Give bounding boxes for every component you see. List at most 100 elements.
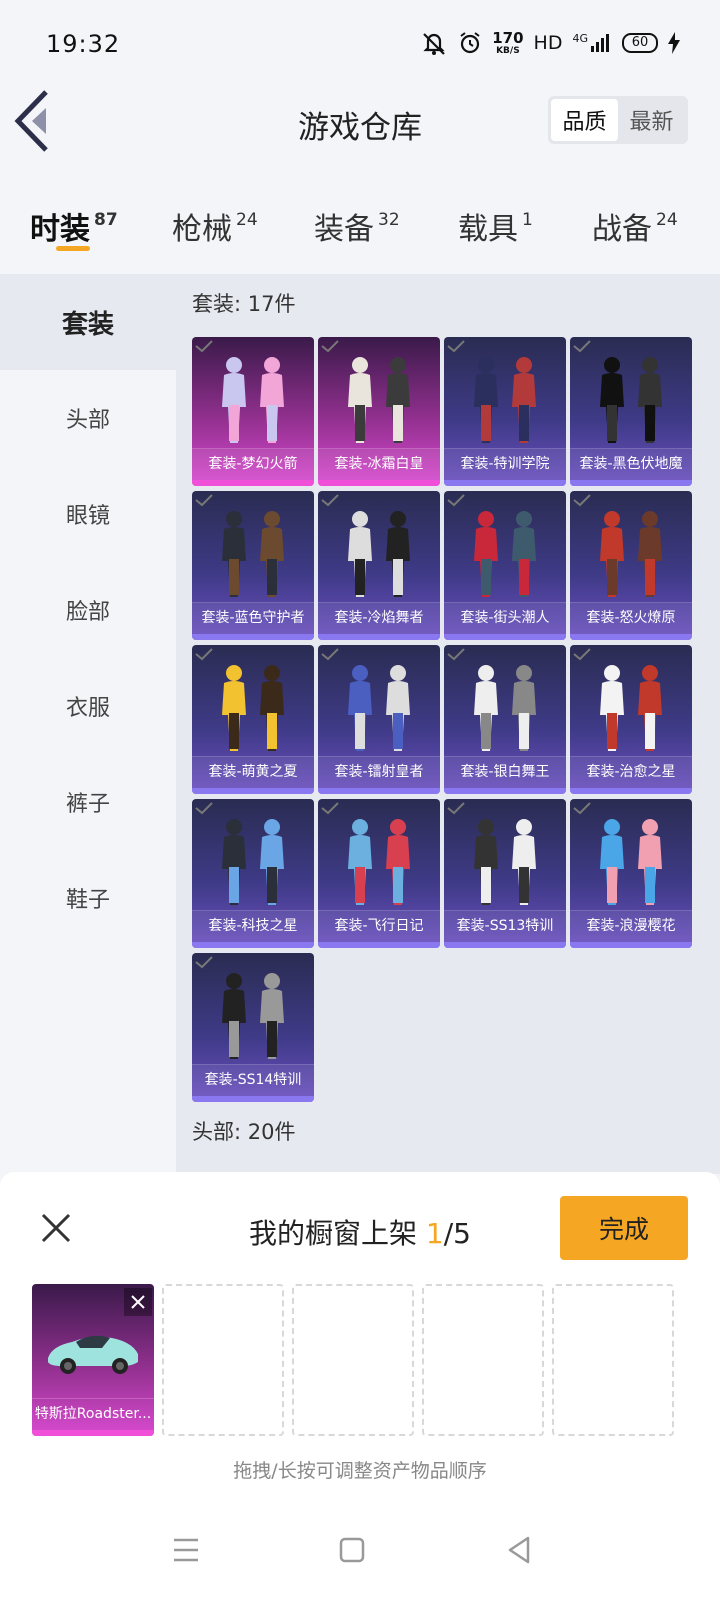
showcase-title-text: 我的橱窗上架 [249,1217,418,1250]
item-card[interactable]: 套装-梦幻火箭 [192,337,314,486]
item-card[interactable]: 套装-特训学院 [444,337,566,486]
showcase-slot-empty[interactable] [422,1284,544,1436]
item-card[interactable]: 套装-蓝色守护者 [192,491,314,640]
rarity-bar [32,1430,154,1436]
rarity-bar [444,942,566,948]
sidebar-item-head[interactable]: 头部 [0,370,176,466]
rarity-bar [318,634,440,640]
net-speed-unit: KB/S [496,45,520,56]
item-caption: 套装-怒火燎原 [570,602,692,634]
rarity-bar [192,1096,314,1102]
item-caption: 套装-特训学院 [444,448,566,480]
remove-icon[interactable] [124,1288,152,1316]
item-card[interactable]: 套装-萌黄之夏 [192,645,314,794]
item-caption: 套装-冷焰舞者 [318,602,440,634]
sidebar-item-sets[interactable]: 套装 [0,274,176,370]
tab-vehicles[interactable]: 载具 1 [458,204,533,248]
sort-newest-option[interactable]: 最新 [618,99,685,141]
item-card[interactable]: 套装-冰霜白皇 [318,337,440,486]
outfit-image [474,819,536,905]
outfit-image [348,819,410,905]
item-card[interactable]: 套装-浪漫樱花 [570,799,692,948]
item-card[interactable]: 套装-冷焰舞者 [318,491,440,640]
tab-guns[interactable]: 枪械 24 [172,204,258,248]
item-caption: 套装-飞行日记 [318,910,440,942]
reorder-hint: 拖拽/长按可调整资产物品顺序 [233,1460,487,1482]
outfit-image [348,357,410,443]
done-button[interactable]: 完成 [560,1196,688,1260]
sidebar-item-shoes[interactable]: 鞋子 [0,850,176,946]
sidebar-item-pants[interactable]: 裤子 [0,754,176,850]
tab-label: 载具 [458,212,518,247]
rarity-bar [318,942,440,948]
tab-label: 战备 [592,212,652,247]
rarity-bar [318,788,440,794]
item-card[interactable]: 套装-黑色伏地魔 [570,337,692,486]
item-caption: 套装-科技之星 [192,910,314,942]
tab-supplies[interactable]: 战备 24 [592,204,678,248]
status-icons: 170 KB/S HD 4G 60 [420,28,680,58]
rarity-bar [570,788,692,794]
item-card[interactable]: 套装-SS14特训 [192,953,314,1102]
rarity-bar [192,788,314,794]
item-card[interactable]: 套装-飞行日记 [318,799,440,948]
outfit-image [222,511,284,597]
sort-quality-option[interactable]: 品质 [551,99,618,141]
car-image [48,1335,138,1374]
rarity-bar [192,634,314,640]
item-caption: 套装-SS13特训 [444,910,566,942]
item-caption: 套装-萌黄之夏 [192,756,314,788]
item-card[interactable]: 套装-科技之星 [192,799,314,948]
item-card[interactable]: 套装-街头潮人 [444,491,566,640]
item-caption: 套装-浪漫樱花 [570,910,692,942]
outfit-image [222,665,284,751]
back-icon[interactable] [500,1530,540,1570]
tab-count: 1 [522,210,533,230]
item-caption: 套装-梦幻火箭 [192,448,314,480]
hd-indicator: HD [533,32,563,54]
showcase-slot-empty[interactable] [292,1284,414,1436]
rarity-bar [444,634,566,640]
sidebar: 套装 头部 眼镜 脸部 衣服 裤子 鞋子 [0,274,176,1174]
showcase-slot-empty[interactable] [162,1284,284,1436]
tab-count: 87 [94,210,118,230]
mute-icon [423,33,446,55]
slot-caption: 特斯拉Roadster... [32,1398,154,1430]
item-caption: 套装-黑色伏地魔 [570,448,692,480]
item-caption: 套装-镭射皇者 [318,756,440,788]
outfit-image [348,665,410,751]
showcase-slot-filled[interactable]: 特斯拉Roadster... [32,1284,154,1436]
sidebar-item-clothes[interactable]: 衣服 [0,658,176,754]
home-icon[interactable] [332,1530,372,1570]
status-bar: 19:32 170 KB/S HD 4G 60 [0,0,720,80]
net-speed: 170 KB/S [492,30,523,56]
item-list[interactable]: 套装: 17件 套装-梦幻火箭 套装-冰霜白皇 套装-特训学院 套装-黑色伏地魔 套装-… [176,274,720,1174]
tab-fashion[interactable]: 时装 87 [30,204,118,248]
item-caption: 套装-冰霜白皇 [318,448,440,480]
outfit-image [600,357,662,443]
signal-label: 4G [572,31,588,45]
sidebar-item-glasses[interactable]: 眼镜 [0,466,176,562]
outfit-image [474,665,536,751]
item-card[interactable]: 套装-怒火燎原 [570,491,692,640]
item-card[interactable]: 套装-SS13特训 [444,799,566,948]
active-tab-indicator [56,246,90,251]
charging-icon [668,32,680,54]
item-card[interactable]: 套装-银白舞王 [444,645,566,794]
tab-equipment[interactable]: 装备 32 [314,204,400,248]
rarity-bar [570,634,692,640]
rarity-bar [192,942,314,948]
rarity-bar [570,942,692,948]
sort-toggle[interactable]: 品质 最新 [548,96,688,144]
item-card[interactable]: 套装-镭射皇者 [318,645,440,794]
rarity-bar [444,480,566,486]
item-caption: 套装-街头潮人 [444,602,566,634]
category-tabs: 时装 87 枪械 24 装备 32 载具 1 战备 24 [0,190,720,270]
showcase-slot-empty[interactable] [552,1284,674,1436]
menu-icon[interactable] [166,1530,206,1570]
rarity-bar [192,480,314,486]
alarm-icon [460,32,480,54]
item-card[interactable]: 套装-治愈之星 [570,645,692,794]
sidebar-item-face[interactable]: 脸部 [0,562,176,658]
outfit-image [474,357,536,443]
